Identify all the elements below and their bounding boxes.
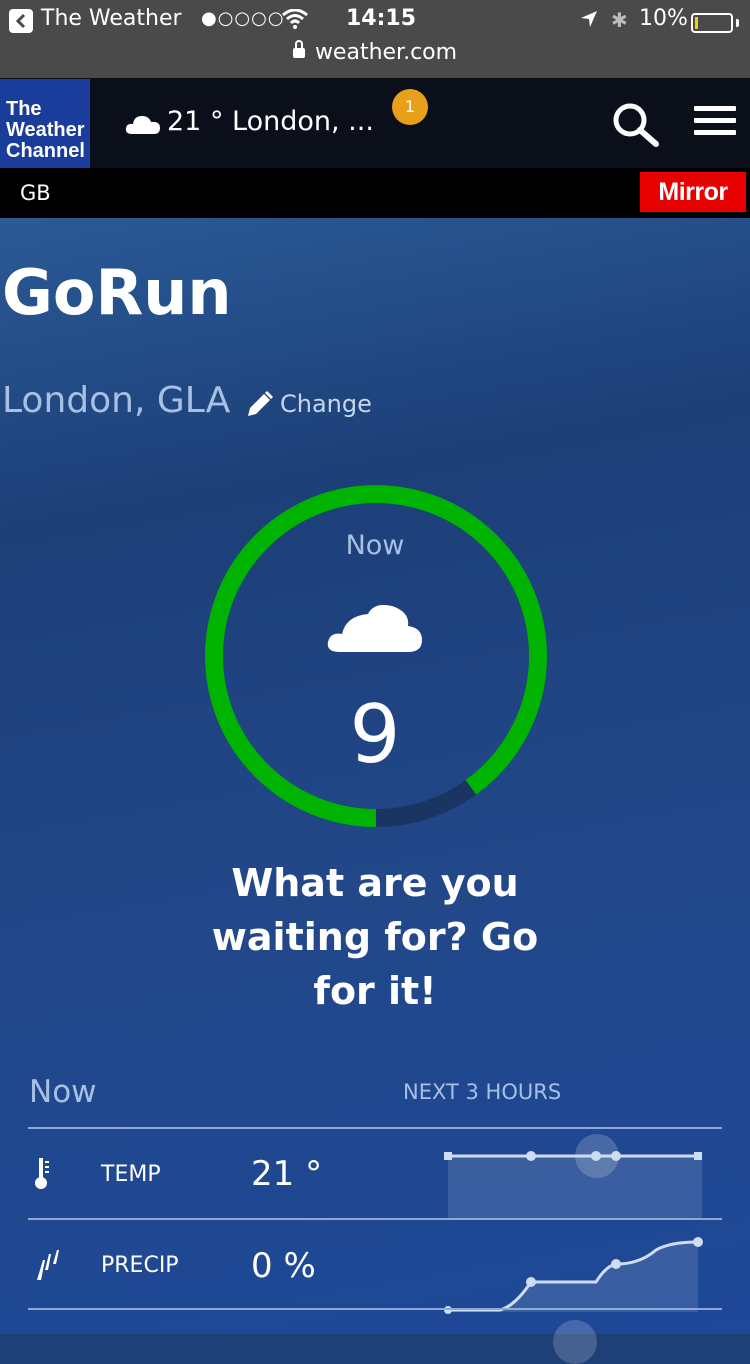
conditions-next-label: NEXT 3 HOURS [403,1080,562,1104]
hamburger-menu-icon[interactable] [694,106,736,142]
divider [28,1218,722,1220]
precip-sparkline [444,1237,703,1314]
back-app-name[interactable]: The Weather [41,6,182,31]
battery-icon [691,13,733,33]
pencil-icon [248,390,274,416]
cloud-icon [125,116,160,134]
change-label: Change [280,390,372,418]
page-title: GoRun [2,256,232,329]
search-icon[interactable] [612,102,660,148]
wifi-icon [282,9,308,29]
conditions-now-label: Now [29,1074,97,1110]
bluetooth-icon: ✱ [611,8,628,32]
logo-line-1: The [6,98,42,120]
region-label[interactable]: GB [20,181,51,205]
weather-channel-logo[interactable]: The Weather Channel [0,79,90,168]
divider [28,1127,722,1129]
rain-drops-icon [37,1250,59,1280]
precip-label: PRECIP [101,1253,179,1278]
region-strip [0,168,750,218]
url-bar[interactable]: weather.com [0,40,750,65]
signal-icon: ●○○○○ [201,8,285,29]
logo-line-2: Weather [6,119,85,141]
battery-cap [736,19,739,27]
lock-icon [292,40,305,58]
location-name: London, GLA [2,380,231,421]
location-arrow-icon [581,11,597,27]
clock: 14:15 [346,6,417,31]
precip-value: 0 % [251,1246,316,1286]
mirror-sponsor-logo[interactable]: Mirror [640,172,746,212]
temp-value: 21 ° [251,1154,323,1194]
notification-badge[interactable]: 1 [392,89,428,125]
temp-label: TEMP [101,1162,161,1187]
url-text: weather.com [314,40,458,65]
temp-sparkline [444,1151,702,1220]
score-value: 9 [349,688,401,781]
battery-percent: 10% [639,6,688,31]
divider [28,1308,722,1310]
back-to-app-icon[interactable] [9,9,33,33]
cloud-icon [327,605,422,652]
thermometer-icon [35,1158,49,1189]
run-message: What are you waiting for? Go for it! [211,861,539,1013]
logo-line-3: Channel [6,140,85,162]
status-bar: The Weather ●○○○○ 14:15 ✱ 10% weather.co… [0,0,750,78]
score-label: Now [345,530,405,561]
header-weather-summary[interactable]: 21 ° London, ... [167,106,374,137]
chart-marker [553,1320,597,1364]
